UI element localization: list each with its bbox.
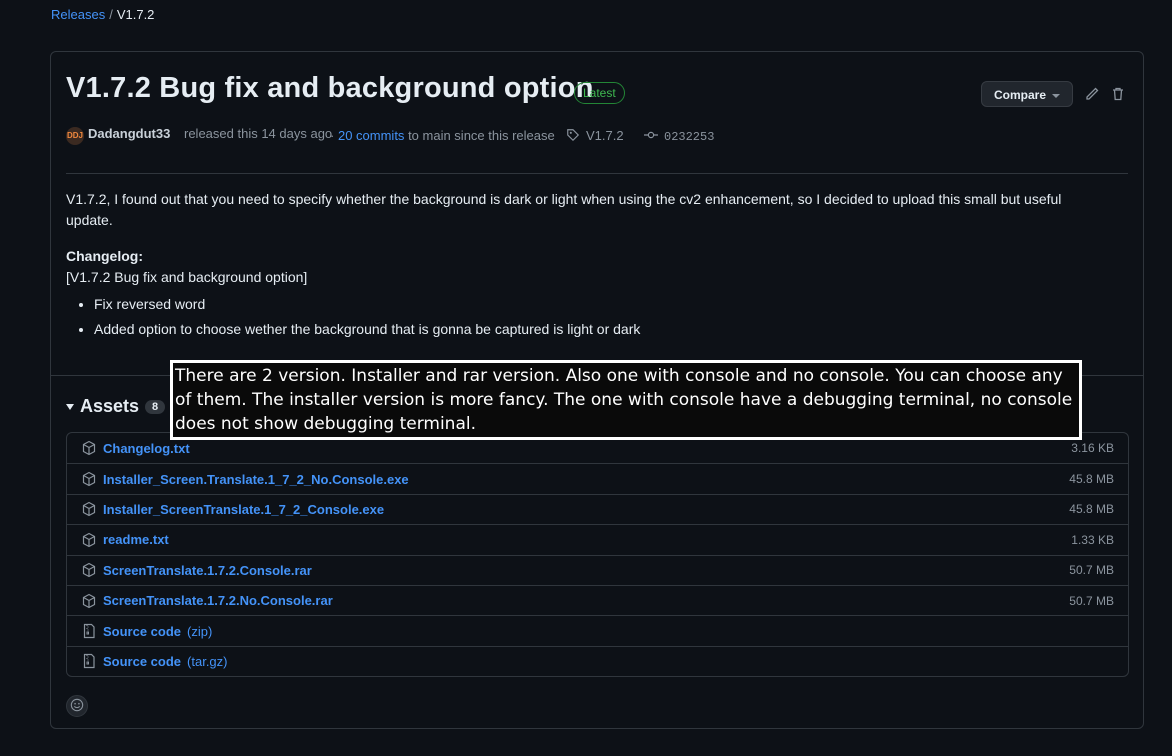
- asset-size: 50.7 MB: [1069, 563, 1114, 578]
- package-icon: [82, 563, 96, 578]
- asset-size: 3.16 KB: [1071, 441, 1114, 456]
- triangle-down-icon: [66, 404, 74, 411]
- asset-link[interactable]: readme.txt: [103, 532, 169, 547]
- commits-info: · 20 commits to main since this release: [330, 128, 555, 143]
- file-zip-icon: [83, 623, 95, 639]
- asset-size: 45.8 MB: [1069, 502, 1114, 517]
- list-item: readme.txt 1.33 KB: [67, 524, 1128, 554]
- compare-label: Compare: [994, 88, 1047, 102]
- changelog-list: Fix reversed word Added option to choose…: [66, 294, 1106, 340]
- asset-ext: (tar.gz): [187, 653, 228, 669]
- list-item: Installer_Screen.Translate.1_7_2_No.Cons…: [67, 463, 1128, 493]
- breadcrumb: Releases / V1.7.2: [51, 7, 154, 22]
- commits-link[interactable]: 20 commits: [338, 128, 404, 143]
- assets-heading: Assets: [80, 396, 140, 416]
- source-code-zip-link[interactable]: Source code: [103, 624, 181, 639]
- list-item: Added option to choose wether the backgr…: [94, 319, 1106, 340]
- divider: [66, 173, 1128, 174]
- asset-link[interactable]: Installer_ScreenTranslate.1_7_2_Console.…: [103, 502, 384, 517]
- asset-link[interactable]: ScreenTranslate.1.7.2.No.Console.rar: [103, 593, 333, 608]
- list-item: Source code (tar.gz): [67, 645, 1128, 676]
- commits-suffix: to main since this release: [408, 128, 555, 143]
- changelog-subheading: [V1.7.2 Bug fix and background option]: [66, 269, 308, 285]
- file-zip-icon: [83, 654, 95, 669]
- add-reaction-button[interactable]: [66, 695, 88, 717]
- pencil-icon[interactable]: [1084, 86, 1100, 102]
- commit-icon: [644, 131, 658, 139]
- asset-link[interactable]: Changelog.txt: [103, 441, 190, 456]
- list-item: Installer_ScreenTranslate.1_7_2_Console.…: [67, 493, 1128, 524]
- released-text: released this 14 days ago: [184, 126, 333, 141]
- asset-size: 45.8 MB: [1069, 472, 1114, 487]
- chevron-down-icon: [1052, 93, 1061, 98]
- tag-label: V1.7.2: [586, 128, 624, 143]
- release-title: V1.7.2 Bug fix and background option: [66, 72, 594, 104]
- breadcrumb-current: V1.7.2: [116, 7, 155, 22]
- release-description: V1.7.2, I found out that you need to spe…: [66, 191, 1062, 228]
- list-item: Source code (zip): [67, 615, 1128, 645]
- author-link[interactable]: Dadangdut33: [88, 126, 170, 141]
- smiley-icon: [70, 698, 84, 712]
- package-icon: [82, 502, 96, 517]
- breadcrumb-releases-link[interactable]: Releases: [51, 7, 105, 22]
- tag-info[interactable]: V1.7.2: [566, 128, 624, 143]
- commit-info[interactable]: 0232253: [644, 128, 714, 144]
- compare-button[interactable]: Compare: [981, 81, 1074, 107]
- package-icon: [82, 593, 96, 608]
- changelog-heading: Changelog:: [66, 248, 143, 264]
- breadcrumb-separator: /: [109, 7, 113, 22]
- source-code-targz-link[interactable]: Source code: [103, 654, 181, 669]
- list-item: Fix reversed word: [94, 294, 1106, 315]
- trash-icon[interactable]: [1110, 86, 1126, 102]
- list-item: ScreenTranslate.1.7.2.No.Console.rar 50.…: [67, 584, 1128, 615]
- assets-count: 8: [145, 400, 166, 415]
- asset-size: 50.7 MB: [1069, 593, 1114, 608]
- asset-list: Changelog.txt 3.16 KB Installer_Screen.T…: [66, 432, 1129, 678]
- assets-toggle[interactable]: Assets 8: [66, 396, 166, 417]
- latest-badge: Latest: [574, 82, 625, 104]
- avatar[interactable]: DDJ: [66, 127, 84, 145]
- commits-prefix: ·: [330, 128, 335, 143]
- commit-sha: 0232253: [664, 130, 715, 144]
- tag-icon: [567, 129, 580, 142]
- asset-link[interactable]: ScreenTranslate.1.7.2.Console.rar: [103, 563, 312, 578]
- package-icon: [82, 471, 96, 487]
- asset-size: 1.33 KB: [1071, 532, 1114, 547]
- release-notes: V1.7.2, I found out that you need to spe…: [66, 189, 1106, 344]
- asset-link[interactable]: Installer_Screen.Translate.1_7_2_No.Cons…: [103, 472, 409, 487]
- asset-ext: (zip): [187, 623, 213, 639]
- annotation-overlay: There are 2 version. Installer and rar v…: [170, 360, 1082, 440]
- list-item: ScreenTranslate.1.7.2.Console.rar 50.7 M…: [67, 554, 1128, 585]
- package-icon: [82, 441, 96, 456]
- package-icon: [82, 532, 96, 548]
